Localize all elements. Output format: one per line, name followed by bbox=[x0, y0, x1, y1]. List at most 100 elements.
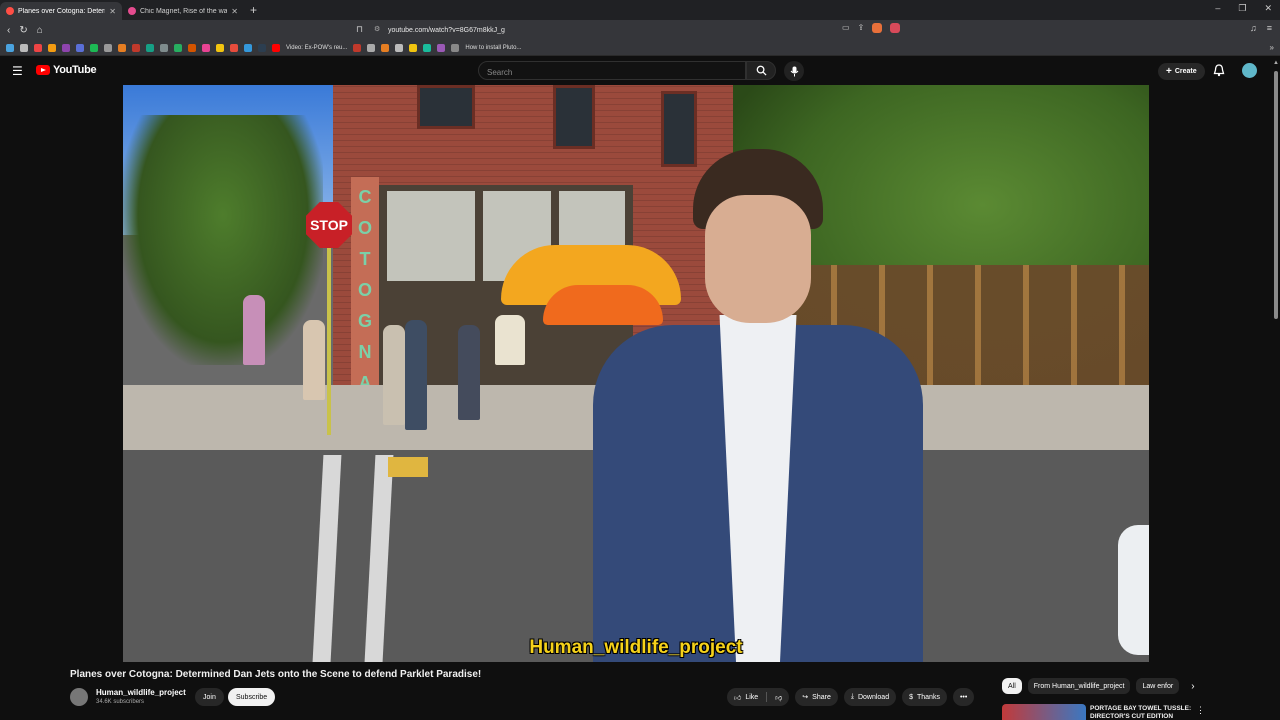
thanks-button[interactable]: $ Thanks bbox=[902, 688, 947, 706]
like-button[interactable]: 👍︎ Like 👎︎ bbox=[727, 688, 790, 706]
join-label: Join bbox=[203, 693, 216, 701]
notifications-bell-icon[interactable] bbox=[1213, 64, 1225, 77]
reload-icon[interactable]: ↻ bbox=[19, 25, 27, 36]
bookmark-icon[interactable] bbox=[146, 43, 154, 52]
share-button[interactable]: ↪ Share bbox=[795, 688, 838, 706]
search-button[interactable] bbox=[746, 61, 776, 80]
cotogna-vertical-sign: C O T O G N A bbox=[351, 177, 379, 397]
recommendation-title[interactable]: PORTAGE BAY TOWEL TUSSLE: DIRECTOR'S CUT… bbox=[1090, 705, 1196, 720]
bookmark-icon[interactable] bbox=[76, 43, 84, 52]
bookmark-icon[interactable] bbox=[216, 43, 224, 52]
chip-from-channel[interactable]: From Human_wildlife_project bbox=[1027, 678, 1131, 694]
video-player[interactable]: C O T O G N A STOP Human_wildlife_projec… bbox=[123, 85, 1149, 662]
share-page-icon[interactable]: ⇪ bbox=[858, 23, 865, 33]
search-box[interactable] bbox=[478, 61, 746, 81]
channel-avatar[interactable] bbox=[70, 688, 88, 706]
close-window-icon[interactable]: ✕ bbox=[1264, 3, 1272, 14]
tab-current-video[interactable]: Planes over Cotogna: Determ ✕ bbox=[0, 2, 122, 20]
tab-title: Chic Magnet, Rise of the warrior won bbox=[140, 7, 228, 15]
bookmark-icon[interactable] bbox=[118, 43, 126, 52]
restore-icon[interactable]: ❐ bbox=[1238, 3, 1246, 14]
bookmark-icon[interactable] bbox=[395, 43, 404, 52]
bookmark-icon[interactable] bbox=[160, 43, 168, 52]
bookmark-icon[interactable] bbox=[48, 43, 56, 52]
create-button[interactable]: + Create bbox=[1158, 63, 1205, 80]
bookmark-icon[interactable] bbox=[258, 43, 266, 52]
minimize-icon[interactable]: – bbox=[1215, 3, 1220, 14]
voice-search-button[interactable] bbox=[784, 61, 804, 81]
close-tab-icon[interactable]: ✕ bbox=[231, 7, 238, 16]
bookmark-icon[interactable] bbox=[409, 43, 418, 52]
thumbs-down-icon[interactable]: 👎︎ bbox=[775, 693, 782, 702]
bookmark-icon[interactable] bbox=[244, 43, 252, 52]
building-window bbox=[417, 85, 475, 129]
sign-letter: G bbox=[357, 311, 372, 331]
bookmark-icon[interactable] bbox=[381, 43, 390, 52]
chip-law-enforcement[interactable]: Law enfor bbox=[1136, 678, 1180, 694]
bookmark-icon[interactable] bbox=[437, 43, 446, 52]
bookmark-icon[interactable] bbox=[104, 43, 112, 52]
url-text[interactable]: youtube.com/watch?v=8G67m8kkJ_g bbox=[388, 27, 505, 34]
bookmark-icon[interactable] bbox=[174, 43, 182, 52]
search-icon bbox=[756, 65, 767, 76]
search-input[interactable] bbox=[479, 64, 745, 81]
hamburger-menu-icon[interactable]: ☰ bbox=[12, 64, 23, 78]
sign-letter: N bbox=[358, 342, 372, 362]
download-button[interactable]: ⤓ Download bbox=[843, 688, 897, 706]
bookmark-icon[interactable] bbox=[6, 43, 14, 52]
tab-other-video[interactable]: Chic Magnet, Rise of the warrior won ✕ bbox=[122, 2, 244, 20]
bookmark-install-pluto[interactable]: How to install Pluto... bbox=[465, 45, 521, 51]
close-tab-icon[interactable]: ✕ bbox=[109, 7, 116, 16]
brave-shield-icon[interactable] bbox=[872, 23, 883, 33]
video-pedestrian bbox=[495, 315, 525, 365]
more-horizontal-icon: ••• bbox=[959, 693, 968, 701]
video-parked-car bbox=[1118, 525, 1149, 655]
chip-all[interactable]: All bbox=[1002, 678, 1022, 694]
chevron-right-icon[interactable]: › bbox=[1191, 681, 1194, 692]
bookmark-icon[interactable] bbox=[62, 43, 70, 52]
video-crosswalk bbox=[312, 455, 394, 662]
site-info-icon[interactable]: ⚙ bbox=[374, 25, 380, 33]
create-label: Create bbox=[1174, 68, 1197, 75]
bookmark-icon[interactable] bbox=[367, 43, 376, 52]
subscribe-button[interactable]: Subscribe bbox=[228, 688, 276, 706]
join-button[interactable]: Join bbox=[195, 688, 224, 706]
bookmark-video-pow[interactable]: Video: Ex-POW's reu... bbox=[286, 45, 347, 51]
new-tab-icon[interactable]: + bbox=[250, 3, 257, 17]
channel-name[interactable]: Human_wildlife_project bbox=[96, 688, 186, 697]
bookmark-icon[interactable] bbox=[230, 43, 238, 52]
bookmark-icon[interactable] bbox=[202, 43, 210, 52]
home-icon[interactable]: ⌂ bbox=[37, 25, 43, 36]
more-bookmarks-icon[interactable]: » bbox=[1270, 43, 1274, 52]
bookmark-icon[interactable] bbox=[188, 43, 196, 52]
video-bookmark-icon[interactable] bbox=[272, 43, 280, 52]
cast-icon[interactable]: ▭ bbox=[842, 23, 850, 33]
video-stop-pole bbox=[327, 245, 331, 435]
account-avatar[interactable] bbox=[1242, 63, 1257, 78]
extension-icon[interactable] bbox=[890, 23, 901, 33]
bookmark-icon[interactable] bbox=[132, 43, 140, 52]
bookmark-icon[interactable] bbox=[90, 43, 98, 52]
scroll-up-icon[interactable]: ▲ bbox=[1273, 60, 1279, 66]
video-info-area: Planes over Cotogna: Determined Dan Jets… bbox=[0, 662, 1280, 720]
back-icon[interactable]: ‹ bbox=[7, 25, 10, 36]
recommendation-thumbnail[interactable] bbox=[1002, 704, 1086, 720]
bookmark-icon[interactable] bbox=[353, 43, 362, 52]
thumbs-up-icon: 👍︎ bbox=[734, 694, 742, 702]
bookmark-icon[interactable] bbox=[34, 43, 42, 52]
more-vertical-icon[interactable]: ⋮ bbox=[1196, 705, 1205, 716]
more-actions-button[interactable]: ••• bbox=[952, 688, 975, 706]
page-scrollbar[interactable]: ▲ bbox=[1272, 57, 1280, 720]
youtube-logo[interactable]: YouTube bbox=[36, 64, 97, 76]
scrollbar-thumb[interactable] bbox=[1274, 71, 1278, 319]
bookmark-icon[interactable] bbox=[451, 43, 460, 52]
menu-icon[interactable]: ≡ bbox=[1267, 23, 1272, 33]
browser-tab-strip: Planes over Cotogna: Determ ✕ Chic Magne… bbox=[0, 0, 1280, 20]
window-controls: – ❐ ✕ bbox=[1215, 3, 1272, 14]
bookmark-icon[interactable] bbox=[20, 43, 28, 52]
media-control-icon[interactable]: ♫ bbox=[1250, 23, 1257, 33]
bookmark-icon[interactable] bbox=[423, 43, 432, 52]
address-bar[interactable]: ⊓ ⚙ youtube.com/watch?v=8G67m8kkJ_g bbox=[352, 22, 910, 38]
bookmark-icon[interactable]: ⊓ bbox=[356, 24, 363, 35]
related-filter-chips: All From Human_wildlife_project Law enfo… bbox=[1002, 678, 1195, 694]
